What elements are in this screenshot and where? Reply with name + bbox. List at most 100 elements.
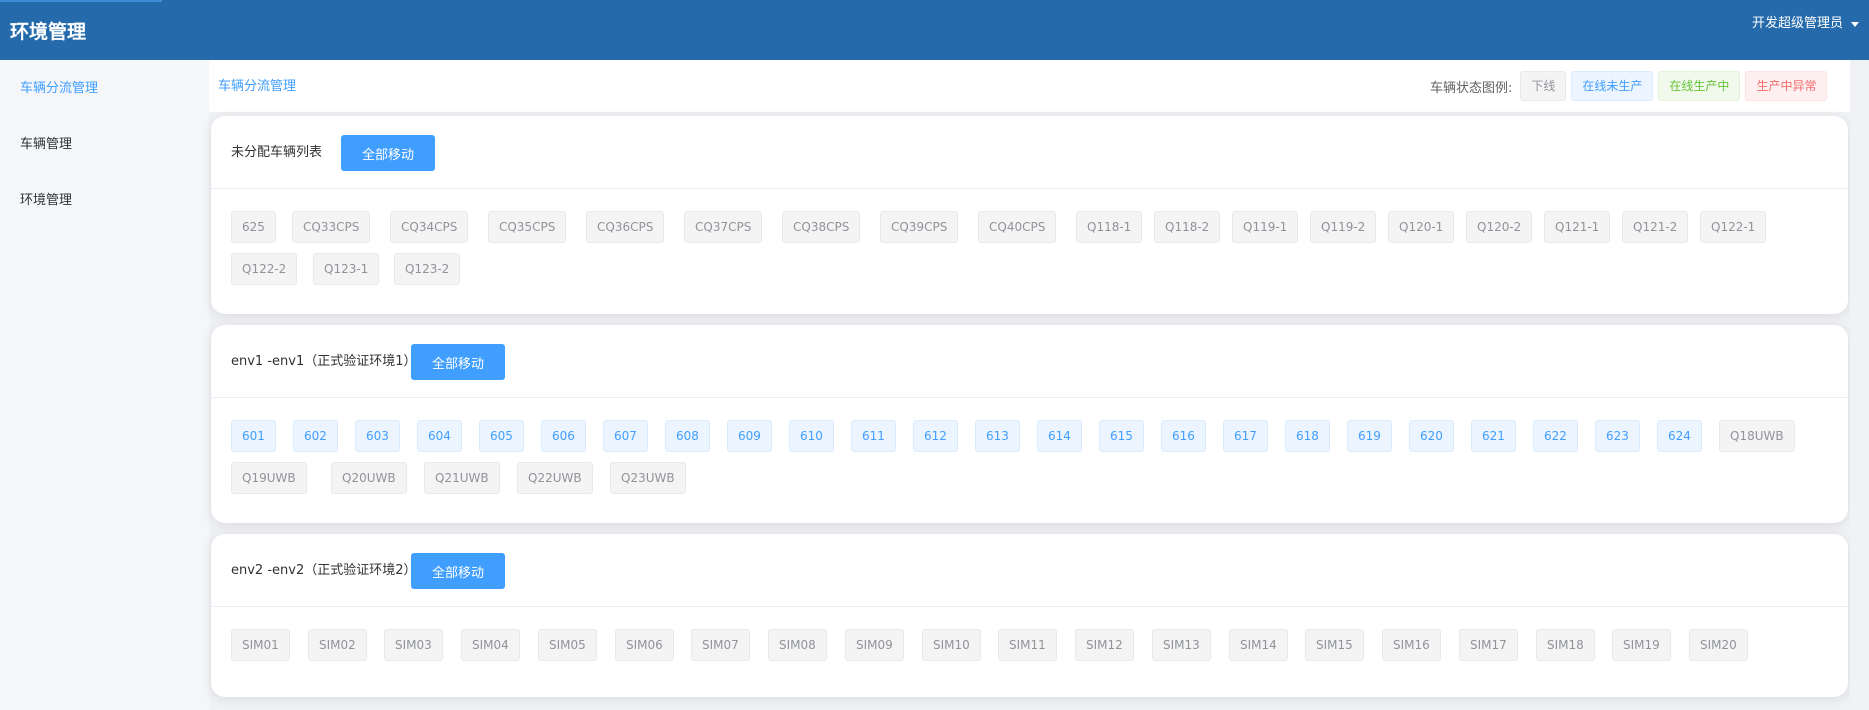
vehicle-tag[interactable]: CQ39CPS <box>880 211 959 243</box>
vehicle-tag[interactable]: 615 <box>1099 420 1144 452</box>
vehicle-tag[interactable]: Q118-2 <box>1154 211 1221 243</box>
legend-label: 车辆状态图例: <box>1430 80 1513 96</box>
vehicle-tag[interactable]: Q122-2 <box>231 253 298 285</box>
vehicle-tag[interactable]: SIM03 <box>384 629 443 661</box>
vehicle-tag[interactable]: SIM13 <box>1152 629 1211 661</box>
vehicle-tag[interactable]: SIM14 <box>1229 629 1288 661</box>
vehicle-tag[interactable]: 620 <box>1409 420 1454 452</box>
user-menu[interactable]: 开发超级管理员 <box>1752 14 1859 34</box>
vehicle-tag[interactable]: Q21UWB <box>424 462 500 494</box>
section-header: env1 -env1（正式验证环境1） 全部移动 <box>211 325 1848 398</box>
top-bar: 环境管理 开发超级管理员 <box>0 0 1869 60</box>
move-all-button[interactable]: 全部移动 <box>341 135 436 171</box>
vehicle-tag[interactable]: Q119-1 <box>1232 211 1299 243</box>
vehicle-tag[interactable]: Q20UWB <box>331 462 407 494</box>
vehicle-tag[interactable]: CQ36CPS <box>586 211 665 243</box>
app-title: 环境管理 <box>10 21 87 43</box>
vehicle-tag[interactable]: SIM15 <box>1305 629 1364 661</box>
vehicle-tag[interactable]: SIM17 <box>1459 629 1518 661</box>
vehicle-tag[interactable]: CQ40CPS <box>978 211 1057 243</box>
vehicle-tag[interactable]: Q121-1 <box>1544 211 1611 243</box>
vehicle-tag[interactable]: 602 <box>293 420 338 452</box>
section-header: env2 -env2（正式验证环境2） 全部移动 <box>211 534 1848 607</box>
vehicle-tag[interactable]: 622 <box>1533 420 1578 452</box>
vehicle-tag[interactable]: Q120-2 <box>1466 211 1533 243</box>
vehicle-tag[interactable]: Q121-2 <box>1622 211 1689 243</box>
legend-tag-idle: 在线未生产 <box>1571 71 1654 101</box>
vehicle-tag[interactable]: SIM20 <box>1689 629 1748 661</box>
vehicle-tag[interactable]: 603 <box>355 420 400 452</box>
section-unassigned: 未分配车辆列表 全部移动 625 CQ33CPS CQ34CPS CQ35CPS CQ3… <box>211 116 1848 314</box>
legend-tag-producing: 在线生产中 <box>1658 71 1741 101</box>
vehicle-tag[interactable]: 611 <box>851 420 896 452</box>
vehicle-tag[interactable]: SIM19 <box>1612 629 1671 661</box>
caret-down-icon <box>1851 21 1859 27</box>
user-name: 开发超级管理员 <box>1751 16 1843 31</box>
breadcrumb[interactable]: 车辆分流管理 <box>218 77 296 97</box>
vehicle-tag[interactable]: Q120-1 <box>1388 211 1455 243</box>
vehicle-tag[interactable]: SIM06 <box>615 629 674 661</box>
section-env1: env1 -env1（正式验证环境1） 全部移动 601 602 603 604 605… <box>211 325 1848 523</box>
vehicle-tag[interactable]: 616 <box>1161 420 1206 452</box>
vehicle-tag[interactable]: 621 <box>1471 420 1516 452</box>
vehicle-tag[interactable]: Q122-1 <box>1700 211 1767 243</box>
vehicle-tag[interactable]: SIM09 <box>845 629 904 661</box>
legend-tag-offline: 下线 <box>1520 71 1567 101</box>
move-all-button[interactable]: 全部移动 <box>411 344 506 380</box>
vehicle-tag[interactable]: 605 <box>479 420 524 452</box>
vehicle-tag[interactable]: CQ37CPS <box>684 211 763 243</box>
vehicle-tag[interactable]: SIM10 <box>922 629 981 661</box>
vehicle-tag[interactable]: Q123-1 <box>313 253 380 285</box>
vehicle-tag[interactable]: SIM07 <box>691 629 750 661</box>
scroll-gutter <box>1850 60 1869 710</box>
vehicle-tag[interactable]: SIM02 <box>308 629 367 661</box>
vehicle-tag[interactable]: Q23UWB <box>610 462 686 494</box>
vehicle-tag[interactable]: CQ34CPS <box>390 211 469 243</box>
vehicle-tag[interactable]: 608 <box>665 420 710 452</box>
vehicle-tag[interactable]: 613 <box>975 420 1020 452</box>
vehicle-tag[interactable]: Q19UWB <box>231 462 307 494</box>
vehicle-tag[interactable]: 612 <box>913 420 958 452</box>
vehicle-tag[interactable]: 617 <box>1223 420 1268 452</box>
vehicle-tag[interactable]: SIM05 <box>538 629 597 661</box>
vehicle-tag[interactable]: Q118-1 <box>1076 211 1143 243</box>
vehicle-tag[interactable]: SIM11 <box>998 629 1057 661</box>
vehicle-tag[interactable]: 601 <box>231 420 276 452</box>
vehicle-tag[interactable]: Q123-2 <box>394 253 461 285</box>
vehicle-tag[interactable]: SIM16 <box>1382 629 1441 661</box>
vehicle-tag[interactable]: SIM01 <box>231 629 290 661</box>
vehicle-tag[interactable]: 606 <box>541 420 586 452</box>
vehicle-tag[interactable]: 625 <box>231 211 276 243</box>
sidebar-item-vehicle-management[interactable]: 车辆管理 <box>20 135 72 155</box>
vehicle-tag[interactable]: CQ35CPS <box>488 211 567 243</box>
vehicle-tag[interactable]: SIM12 <box>1075 629 1134 661</box>
vehicle-tag[interactable]: CQ33CPS <box>292 211 371 243</box>
main-content: 车辆分流管理 车辆状态图例: 下线 在线未生产 在线生产中 生产中异常 未分配车… <box>209 60 1869 710</box>
section-header: 未分配车辆列表 全部移动 <box>211 116 1848 189</box>
vehicle-tag[interactable]: 623 <box>1595 420 1640 452</box>
section-title: env1 -env1（正式验证环境1） <box>231 354 417 369</box>
vehicle-tag[interactable]: Q22UWB <box>517 462 593 494</box>
vehicle-tag[interactable]: 614 <box>1037 420 1082 452</box>
vehicle-tag[interactable]: 604 <box>417 420 462 452</box>
section-title: env2 -env2（正式验证环境2） <box>231 563 417 578</box>
sidebar-item-vehicle-dispatch[interactable]: 车辆分流管理 <box>20 79 98 99</box>
vehicle-tag[interactable]: 624 <box>1657 420 1702 452</box>
sidebar-item-environment-management[interactable]: 环境管理 <box>20 191 72 211</box>
move-all-button[interactable]: 全部移动 <box>411 553 506 589</box>
vehicle-tag[interactable]: CQ38CPS <box>782 211 861 243</box>
vehicle-tag[interactable]: SIM08 <box>768 629 827 661</box>
vehicle-tag[interactable]: 610 <box>789 420 834 452</box>
vehicle-tag[interactable]: Q18UWB <box>1719 420 1795 452</box>
section-title: 未分配车辆列表 <box>231 145 323 160</box>
vehicle-tag[interactable]: 607 <box>603 420 648 452</box>
status-legend: 车辆状态图例: 下线 在线未生产 在线生产中 生产中异常 <box>1430 70 1832 102</box>
vehicle-tag[interactable]: SIM04 <box>461 629 520 661</box>
section-env2: env2 -env2（正式验证环境2） 全部移动 SIM01 SIM02 SIM03… <box>211 534 1848 697</box>
vehicle-tag[interactable]: 619 <box>1347 420 1392 452</box>
vehicle-tag[interactable]: Q119-2 <box>1310 211 1377 243</box>
vehicle-tag[interactable]: 609 <box>727 420 772 452</box>
vehicle-tag[interactable]: SIM18 <box>1536 629 1595 661</box>
sidebar: 车辆分流管理 车辆管理 环境管理 <box>0 60 209 710</box>
vehicle-tag[interactable]: 618 <box>1285 420 1330 452</box>
